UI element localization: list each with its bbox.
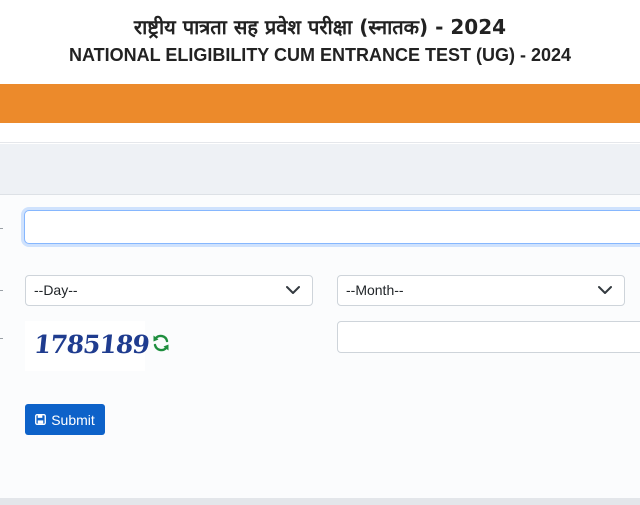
captcha-field[interactable] bbox=[337, 321, 640, 353]
divider bbox=[0, 123, 640, 143]
submit-label: Submit bbox=[51, 411, 95, 428]
page-title-english: NATIONAL ELIGIBILITY CUM ENTRANCE TEST (… bbox=[68, 45, 572, 65]
divider bbox=[0, 498, 640, 505]
label-marker bbox=[0, 338, 3, 339]
submit-button[interactable]: Submit bbox=[25, 404, 105, 435]
chevron-down-icon bbox=[598, 286, 612, 294]
day-select-value: --Day-- bbox=[34, 282, 78, 298]
form-card-header bbox=[0, 144, 640, 195]
captcha-image: 1785189 bbox=[25, 321, 150, 371]
chevron-down-icon bbox=[286, 286, 300, 294]
text-field[interactable] bbox=[24, 210, 640, 244]
page-title-hindi: राष्ट्रीय पात्रता सह प्रवेश परीक्षा (स्न… bbox=[133, 15, 507, 39]
month-select[interactable]: --Month-- bbox=[337, 275, 625, 306]
day-select[interactable]: --Day-- bbox=[25, 275, 313, 306]
captcha-input[interactable] bbox=[338, 322, 640, 352]
label-marker bbox=[0, 290, 3, 291]
orange-banner bbox=[0, 84, 640, 123]
page-header: राष्ट्रीय पात्रता सह प्रवेश परीक्षा (स्न… bbox=[0, 0, 640, 84]
captcha-code: 1785189 bbox=[32, 330, 151, 359]
month-select-value: --Month-- bbox=[346, 282, 404, 298]
save-icon bbox=[35, 414, 47, 425]
refresh-icon[interactable] bbox=[151, 333, 171, 353]
text-input[interactable] bbox=[25, 211, 640, 243]
label-marker bbox=[0, 228, 3, 229]
